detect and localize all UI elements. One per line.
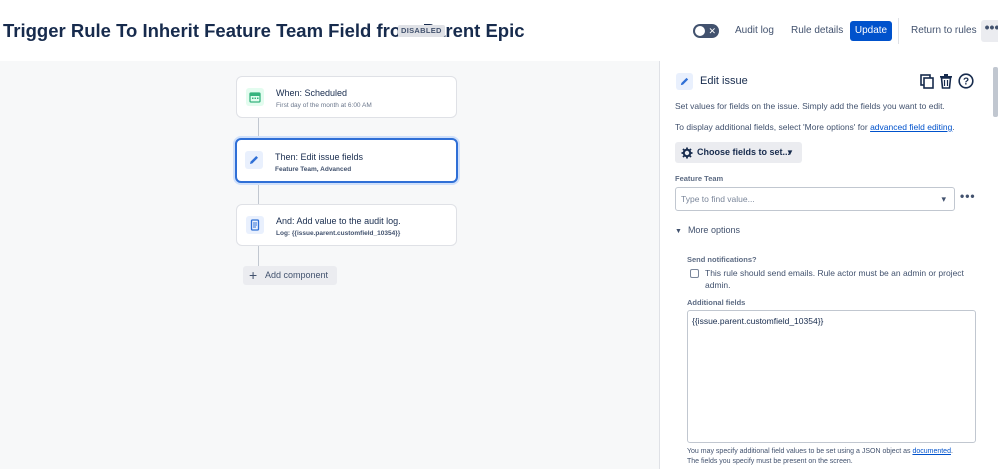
pencil-icon [676,73,693,90]
chevron-down-icon: ▼ [675,228,682,235]
choose-fields-button[interactable]: Choose fields to set... ▼ [675,142,802,163]
header-bar: Trigger Rule To Inherit Feature Team Fie… [0,0,998,61]
action-node-audit-log[interactable]: And: Add value to the audit log. Log: {{… [236,204,457,246]
more-actions-button[interactable]: ••• [981,20,998,42]
rule-enabled-toggle[interactable]: ✕ [693,24,719,38]
field-more-icon[interactable]: ••• [960,189,976,203]
node-subtitle: First day of the month at 6:00 AM [276,102,372,109]
help-prefix: You may specify additional field values … [687,448,913,455]
flow-connector [258,184,259,204]
desc-suffix: . [952,122,955,132]
choose-fields-label: Choose fields to set... [697,147,791,157]
documented-link[interactable]: documented [912,448,951,455]
node-subtitle: Log: {{issue.parent.customfield_10354}} [276,230,401,237]
help-icon[interactable]: ? [958,73,974,89]
help-suffix: . [950,448,953,455]
update-button[interactable]: Update [850,21,892,41]
more-options-toggle[interactable]: ▼ More options [675,225,740,235]
node-subtitle: Feature Team, Advanced [275,166,352,173]
toggle-knob [695,26,705,36]
desc-prefix: To display additional fields, select 'Mo… [675,122,871,132]
advanced-field-editing-link[interactable]: advanced field editing [870,122,952,132]
additional-fields-label: Additional fields [687,298,746,307]
document-icon [246,216,264,234]
more-options-label: More options [687,225,740,235]
feature-team-label: Feature Team [675,174,724,183]
send-notifications-text: This rule should send emails. Rule actor… [705,268,964,290]
panel-title: Edit issue [700,75,748,87]
x-icon: ✕ [708,26,716,36]
panel-description-2: To display additional fields, select 'Mo… [675,122,955,132]
chevron-down-icon: ▾ [941,194,946,204]
gear-icon [681,146,693,167]
feature-team-select[interactable]: Type to find value... ▾ [675,187,955,211]
return-to-rules-button[interactable]: Return to rules [911,21,977,41]
node-title: Then: Edit issue fields [275,152,364,162]
page-title: Trigger Rule To Inherit Feature Team Fie… [3,20,525,41]
divider [898,18,899,44]
feature-team-placeholder: Type to find value... [681,194,755,204]
add-component-label: Add component [265,270,329,280]
svg-text:?: ? [963,77,969,88]
chevron-down-icon: ▼ [786,148,794,157]
action-node-edit-issue[interactable]: Then: Edit issue fields Feature Team, Ad… [235,138,458,183]
scrollbar[interactable] [993,67,998,117]
send-notifications-checkbox[interactable] [690,269,699,278]
additional-fields-help: You may specify additional field values … [687,447,987,467]
additional-fields-textarea[interactable]: {{issue.parent.customfield_10354}} [687,310,976,443]
edit-issue-panel: Edit issue ? Set values for fields on th… [659,61,998,469]
panel-description: Set values for fields on the issue. Simp… [675,101,945,111]
trash-icon[interactable] [938,73,954,89]
send-notifications-label: Send notifications? [687,255,757,264]
flow-connector [258,118,259,139]
calendar-icon [246,88,264,106]
pencil-icon [245,151,263,169]
node-title: And: Add value to the audit log. [276,216,401,226]
add-component-button[interactable]: + Add component [243,266,337,285]
help-line-2: The fields you specify must be present o… [687,458,853,465]
copy-icon[interactable] [919,73,935,89]
flow-connector [258,246,259,266]
node-title: When: Scheduled [276,88,348,98]
status-badge: DISABLED [398,25,445,37]
audit-log-button[interactable]: Audit log [735,21,774,41]
rule-details-button[interactable]: Rule details [791,21,843,41]
plus-icon: + [249,267,258,283]
trigger-node[interactable]: When: Scheduled First day of the month a… [236,76,457,118]
